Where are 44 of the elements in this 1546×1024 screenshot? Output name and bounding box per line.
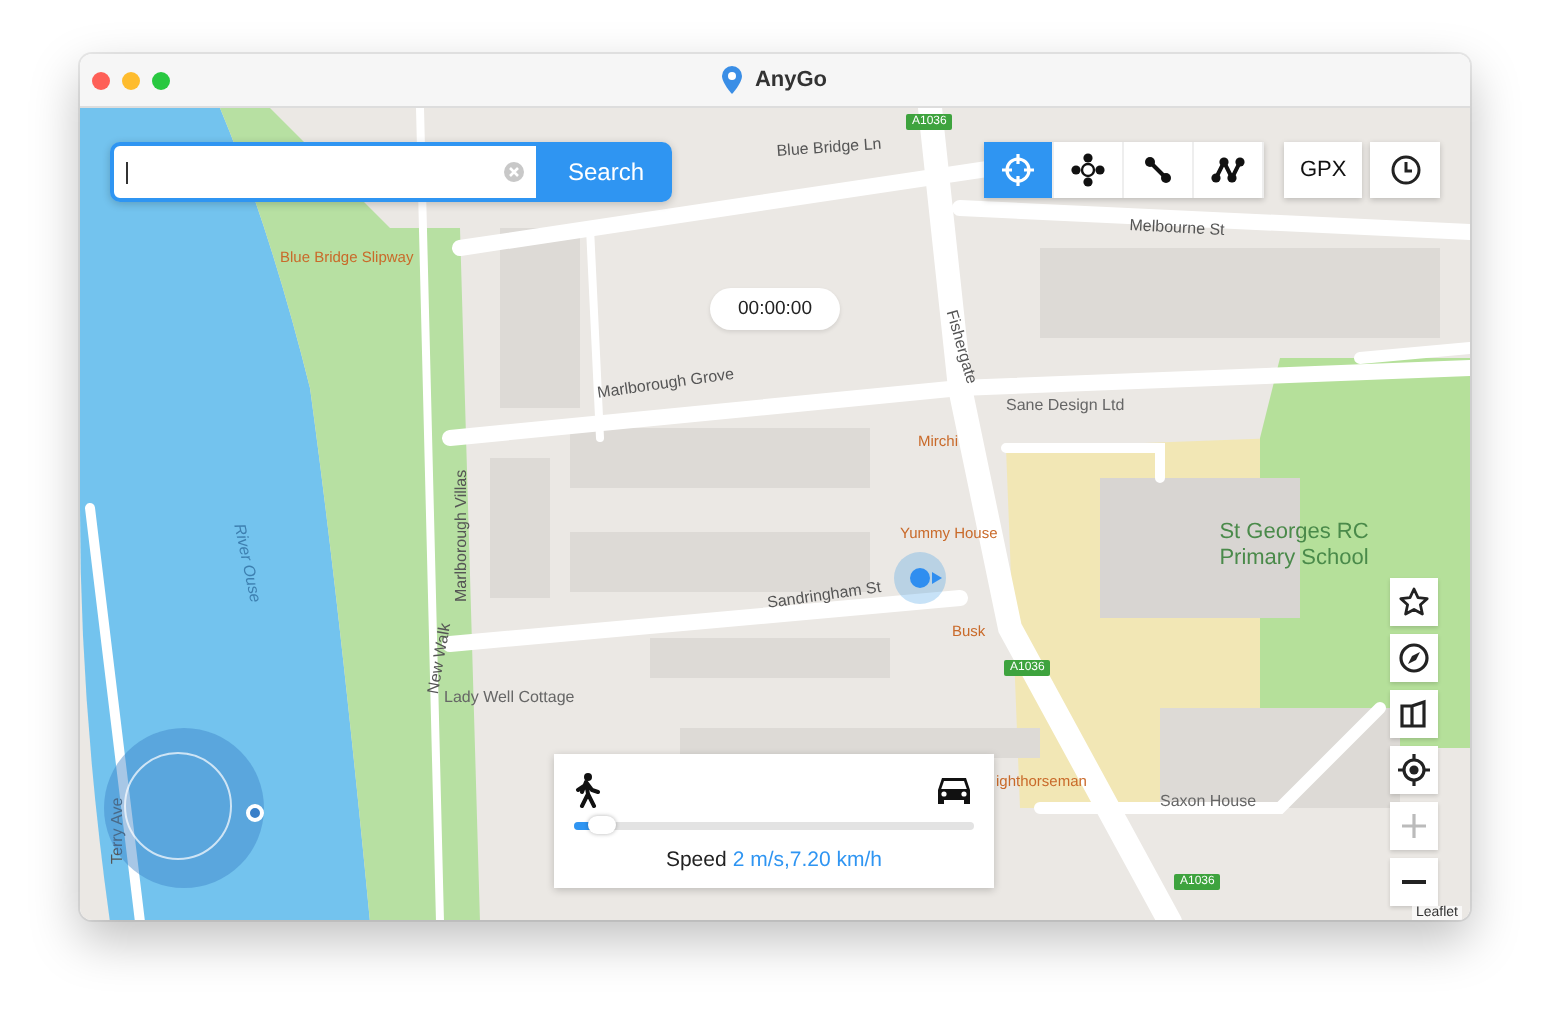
- layers-button[interactable]: [1390, 690, 1438, 738]
- clock-icon: [1389, 154, 1422, 186]
- history-button[interactable]: [1370, 142, 1441, 198]
- plus-icon: [1400, 812, 1428, 840]
- compass-icon: [1398, 642, 1430, 674]
- location-pin-icon: [722, 66, 743, 94]
- gpx-button[interactable]: GPX: [1284, 142, 1363, 198]
- map-label: Sandringham St: [766, 578, 883, 612]
- two-spot-mode-button[interactable]: [1124, 142, 1194, 198]
- map-label: Terry Ave: [108, 797, 126, 864]
- walking-person-icon: [574, 772, 602, 808]
- map-label: River Ouse: [230, 522, 265, 604]
- speed-label: Speed: [665, 848, 727, 872]
- close-window-button[interactable]: [92, 71, 110, 89]
- locate-icon: [1398, 754, 1430, 786]
- star-icon: [1398, 586, 1430, 618]
- minimize-window-button[interactable]: [122, 71, 140, 89]
- clear-icon[interactable]: [504, 162, 524, 182]
- four-dots-icon: [1070, 152, 1106, 188]
- window-title: AnyGo: [754, 68, 828, 92]
- map-label: Blue Bridge Ln: [776, 134, 882, 160]
- compass-button[interactable]: [1390, 634, 1438, 682]
- maximize-window-button[interactable]: [152, 71, 170, 89]
- crosshair-icon: [1000, 152, 1036, 188]
- timer: 00:00:00: [710, 288, 840, 330]
- two-point-route-icon: [1142, 154, 1174, 186]
- search-field[interactable]: [110, 142, 540, 202]
- map-label: Melbourne St: [1129, 216, 1226, 239]
- map-label: Marlborough Villas: [452, 469, 470, 602]
- current-location-marker: [894, 552, 946, 604]
- locate-button[interactable]: [1390, 746, 1438, 794]
- map-book-icon: [1398, 698, 1430, 730]
- map-label: Sane Design Ltd: [1006, 396, 1125, 414]
- favorite-button[interactable]: [1390, 578, 1438, 626]
- zoom-out-button[interactable]: [1390, 858, 1438, 906]
- speed-value: 2 m/s,7.20 km/h: [732, 848, 883, 872]
- multi-spot-mode-button[interactable]: [1194, 142, 1264, 198]
- minus-icon: [1400, 878, 1428, 886]
- jump-mode-button[interactable]: [1054, 142, 1124, 198]
- car-icon: [934, 774, 974, 806]
- map-label: Marlborough Grove: [596, 364, 735, 402]
- multi-point-route-icon: [1210, 154, 1246, 186]
- map-label: Saxon House: [1160, 792, 1257, 810]
- map-label: St Georges RC Primary School: [1217, 520, 1371, 572]
